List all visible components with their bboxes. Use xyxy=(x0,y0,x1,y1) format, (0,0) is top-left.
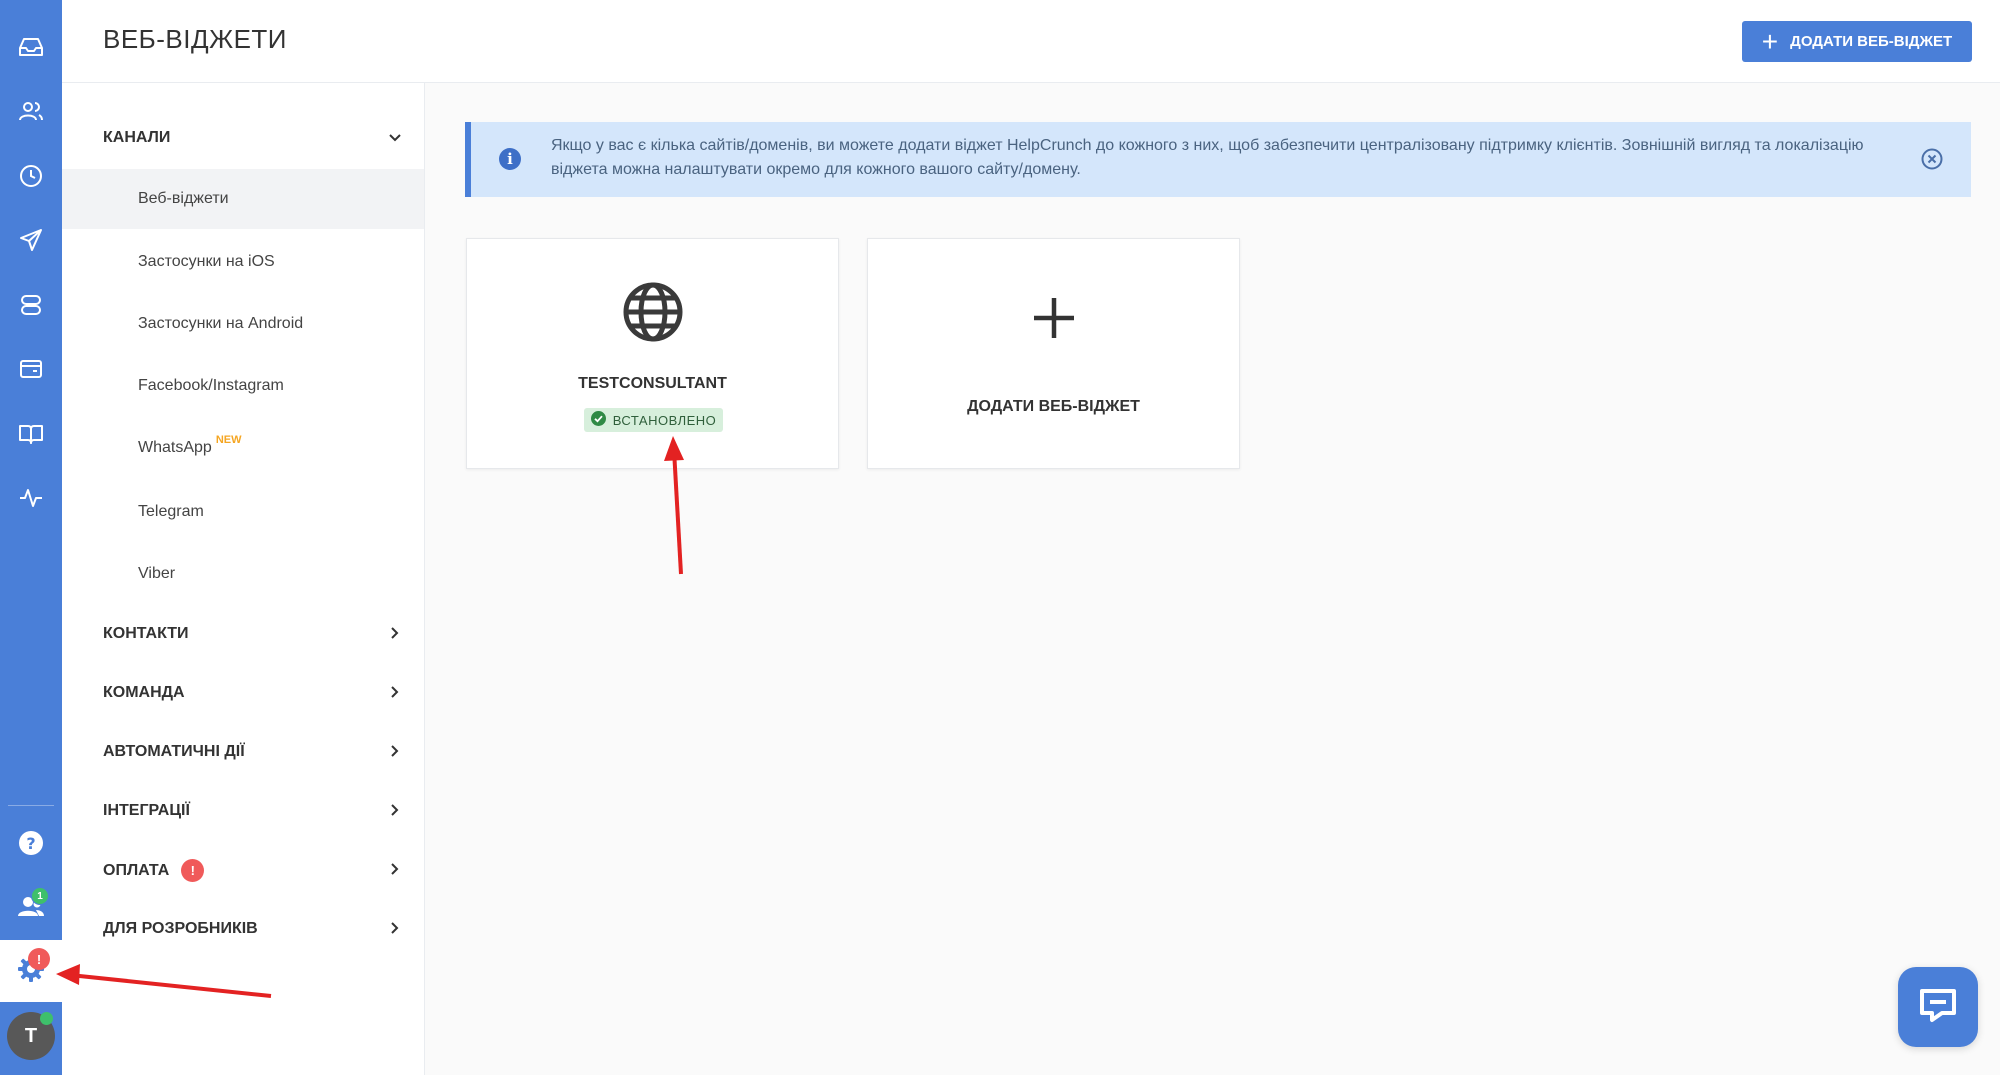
sidebar-item-label: Веб-віджети xyxy=(138,190,229,207)
chevron-right-icon[interactable] xyxy=(388,803,402,817)
new-tag: NEW xyxy=(215,434,242,446)
page-title: ВЕБ-ВІДЖЕТИ xyxy=(103,24,287,54)
info-banner: i Якщо у вас є кілька сайтів/доменів, ви… xyxy=(465,122,1971,197)
chat-launcher-button[interactable] xyxy=(1898,967,1978,1047)
wallet-icon[interactable] xyxy=(13,351,49,387)
sidebar-group-integrations[interactable]: ІНТЕГРАЦІЇ xyxy=(103,802,190,820)
book-icon[interactable] xyxy=(13,416,49,452)
sidebar-item-android-apps[interactable]: Застосунки на Android xyxy=(62,294,424,354)
settings-sidebar: КАНАЛИ Веб-віджети Застосунки на iOS Зас… xyxy=(62,83,425,1075)
chevron-right-icon[interactable] xyxy=(388,921,402,935)
chevron-right-icon[interactable] xyxy=(388,626,402,640)
chevron-right-icon[interactable] xyxy=(388,862,402,876)
online-status-dot xyxy=(40,1012,53,1025)
sidebar-group-label: ОПЛАТА xyxy=(103,861,170,879)
svg-text:?: ? xyxy=(26,834,35,853)
sidebar-item-whatsapp[interactable]: WhatsApp NEW xyxy=(62,418,424,478)
add-widget-label: ДОДАТИ ВЕБ-ВІДЖЕТ xyxy=(967,398,1140,415)
sidebar-group-label: ДЛЯ РОЗРОБНИКІВ xyxy=(103,920,258,937)
sidebar-item-label: Facebook/Instagram xyxy=(138,377,284,394)
status-badge: ВСТАНОВЛЕНО xyxy=(584,408,723,432)
team-count-badge: 1 xyxy=(31,887,49,905)
chevron-down-icon[interactable] xyxy=(388,131,402,145)
top-bar: ВЕБ-ВІДЖЕТИ + ДОДАТИ ВЕБ-ВІДЖЕТ xyxy=(62,0,2000,83)
help-icon[interactable]: ? xyxy=(13,825,49,861)
sidebar-group-channels[interactable]: КАНАЛИ xyxy=(103,129,170,147)
activity-icon[interactable] xyxy=(13,480,49,516)
send-icon[interactable] xyxy=(13,222,49,258)
sidebar-group-label: АВТОМАТИЧНІ ДІЇ xyxy=(103,743,245,760)
sidebar-item-label: Viber xyxy=(138,565,176,582)
sidebar-group-contacts[interactable]: КОНТАКТИ xyxy=(103,625,189,643)
widget-name: TESTCONSULTANT xyxy=(578,375,727,392)
sidebar-group-developers[interactable]: ДЛЯ РОЗРОБНИКІВ xyxy=(103,920,258,938)
sidebar-item-telegram[interactable]: Telegram xyxy=(62,482,424,542)
info-banner-text: Якщо у вас є кілька сайтів/доменів, ви м… xyxy=(551,137,1864,178)
sidebar-group-label: ІНТЕГРАЦІЇ xyxy=(103,802,190,819)
add-web-widget-label: ДОДАТИ ВЕБ-ВІДЖЕТ xyxy=(1790,33,1953,50)
sidebar-item-label: Застосунки на iOS xyxy=(138,253,275,270)
sidebar-item-facebook-instagram[interactable]: Facebook/Instagram xyxy=(62,356,424,416)
sidebar-item-viber[interactable]: Viber xyxy=(62,544,424,604)
plus-icon xyxy=(1032,296,1076,345)
globe-icon xyxy=(622,281,684,348)
settings-button[interactable] xyxy=(0,940,62,1002)
sidebar-item-label: WhatsApp xyxy=(138,439,212,456)
info-icon: i xyxy=(499,148,521,170)
plus-icon: + xyxy=(1761,25,1779,57)
billing-alert-badge: ! xyxy=(181,859,205,882)
close-icon[interactable] xyxy=(1921,148,1943,170)
sidebar-group-label: КОМАНДА xyxy=(103,684,185,701)
inbox-icon[interactable] xyxy=(13,29,49,65)
check-circle-icon xyxy=(590,411,606,429)
sidebar-group-label: КОНТАКТИ xyxy=(103,625,189,642)
left-rail: ? 1 ! T xyxy=(0,0,62,1075)
add-web-widget-button[interactable]: + ДОДАТИ ВЕБ-ВІДЖЕТ xyxy=(1742,21,1972,62)
settings-alert-badge: ! xyxy=(28,948,50,970)
clock-icon[interactable] xyxy=(13,158,49,194)
sidebar-group-label: КАНАЛИ xyxy=(103,129,171,146)
sidebar-item-web-widgets[interactable]: Веб-віджети xyxy=(62,169,424,229)
sidebar-item-label: Застосунки на Android xyxy=(138,315,304,332)
sidebar-item-ios-apps[interactable]: Застосунки на iOS xyxy=(62,232,424,292)
chevron-right-icon[interactable] xyxy=(388,744,402,758)
contacts-icon[interactable] xyxy=(13,93,49,129)
widget-card-testconsultant[interactable]: TESTCONSULTANT ВСТАНОВЛЕНО xyxy=(466,238,839,469)
chevron-right-icon[interactable] xyxy=(388,685,402,699)
sidebar-item-label: Telegram xyxy=(138,503,204,520)
sidebar-group-team[interactable]: КОМАНДА xyxy=(103,684,185,702)
chat-bubble-icon xyxy=(1918,987,1958,1028)
status-label: ВСТАНОВЛЕНО xyxy=(612,412,717,428)
add-widget-card[interactable]: ДОДАТИ ВЕБ-ВІДЖЕТ xyxy=(867,238,1240,469)
database-icon[interactable] xyxy=(13,287,49,323)
sidebar-group-automation[interactable]: АВТОМАТИЧНІ ДІЇ xyxy=(103,743,245,761)
sidebar-group-billing[interactable]: ОПЛАТА ! xyxy=(103,859,205,882)
rail-divider xyxy=(8,805,54,806)
